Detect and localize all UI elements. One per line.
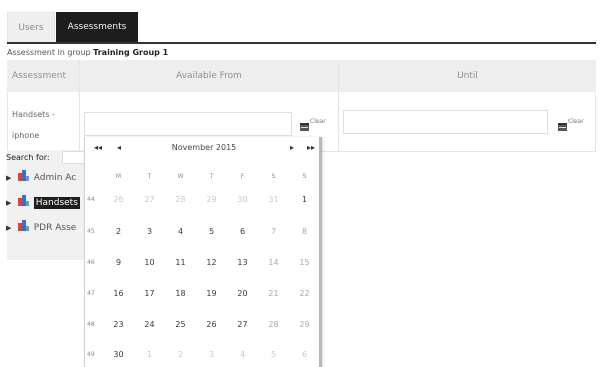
calendar-day[interactable]: 4 <box>165 227 196 236</box>
calendar-day[interactable]: 16 <box>103 289 134 298</box>
week-number: 45 <box>87 228 95 235</box>
calendar-day[interactable]: 29 <box>196 195 227 204</box>
calendar-day[interactable]: 27 <box>227 320 258 329</box>
calendar-day[interactable]: 2 <box>103 227 134 236</box>
column-divider <box>79 60 80 152</box>
expand-arrow-icon[interactable]: ▶ <box>6 196 15 211</box>
calendar-day[interactable]: 24 <box>134 320 165 329</box>
calendar-day[interactable]: 26 <box>103 195 134 204</box>
tree-item-label[interactable]: PDR Asse <box>34 223 77 233</box>
tree-item-label[interactable]: Handsets <box>33 197 80 209</box>
calendar-day[interactable]: 3 <box>196 350 227 359</box>
calendar-day[interactable]: 28 <box>165 195 196 204</box>
calendar-day[interactable]: 1 <box>289 195 320 204</box>
calendar-day[interactable]: 28 <box>258 320 289 329</box>
calendar-day[interactable]: 29 <box>289 320 320 329</box>
calendar-day[interactable]: 20 <box>227 289 258 298</box>
chart-icon <box>17 195 29 206</box>
calendar-day[interactable]: 13 <box>227 258 258 267</box>
calendar-day[interactable]: 19 <box>196 289 227 298</box>
header-available-from: Available From <box>80 60 338 92</box>
tree-item-handsets[interactable]: ▶ Handsets <box>6 195 80 210</box>
search-label: Search for: <box>6 153 50 162</box>
expand-arrow-icon[interactable]: ▶ <box>6 171 15 186</box>
tree-item-admin[interactable]: ▶ Admin Ac <box>6 170 76 185</box>
calendar-day[interactable]: 7 <box>258 227 289 236</box>
tree-item-pdr[interactable]: ▶ PDR Asse <box>6 220 76 235</box>
weekday-header: F <box>240 173 245 180</box>
group-heading: Assessment in group Training Group 1 <box>7 48 168 57</box>
calendar-day[interactable]: 14 <box>258 258 289 267</box>
week-number: 44 <box>87 196 95 203</box>
tab-users[interactable]: Users <box>7 12 55 42</box>
weekday-header: T <box>147 173 152 180</box>
chart-icon <box>17 170 29 181</box>
column-divider <box>338 60 339 152</box>
tab-assessments[interactable]: Assessments <box>56 12 138 42</box>
until-input[interactable] <box>343 110 548 134</box>
row-assessment-name: Handsets - iphone <box>12 110 55 140</box>
calendar-day[interactable]: 5 <box>196 227 227 236</box>
calendar-day[interactable]: 15 <box>289 258 320 267</box>
group-heading-prefix: Assessment in group <box>7 48 91 57</box>
calendar-month-label: November 2015 <box>171 143 237 152</box>
weekday-header: M <box>115 173 122 180</box>
week-number: 46 <box>87 259 95 266</box>
chart-icon <box>17 220 29 231</box>
tree-item-label[interactable]: Admin Ac <box>34 173 77 183</box>
calendar-day[interactable]: 25 <box>165 320 196 329</box>
calendar-day[interactable]: 30 <box>103 350 134 359</box>
calendar-day[interactable]: 18 <box>165 289 196 298</box>
date-picker-popup: ◂◂ ◂ November 2015 ▸ ▸▸ M T W T F S S 44 26 27 28 2… <box>84 137 322 367</box>
calendar-icon[interactable] <box>558 123 567 131</box>
clear-until[interactable]: Clear <box>568 118 584 125</box>
calendar-day[interactable]: 3 <box>134 227 165 236</box>
calendar-day[interactable]: 6 <box>289 350 320 359</box>
calendar-day[interactable]: 30 <box>227 195 258 204</box>
week-number: 47 <box>87 290 95 297</box>
calendar-day[interactable]: 23 <box>103 320 134 329</box>
calendar-day[interactable]: 31 <box>258 195 289 204</box>
calendar-icon[interactable] <box>300 123 309 131</box>
group-name: Training Group 1 <box>93 48 169 57</box>
calendar-day[interactable]: 4 <box>227 350 258 359</box>
calendar-day[interactable]: 22 <box>289 289 320 298</box>
header-until: Until <box>339 60 596 92</box>
weekday-header: W <box>177 173 184 180</box>
expand-arrow-icon[interactable]: ▶ <box>6 221 15 236</box>
week-number: 49 <box>87 351 95 358</box>
calendar-day[interactable]: 17 <box>134 289 165 298</box>
clear-available-from[interactable]: Clear <box>310 118 326 125</box>
weekday-header: T <box>209 173 214 180</box>
available-from-input[interactable] <box>84 112 292 136</box>
calendar-day[interactable]: 1 <box>134 350 165 359</box>
calendar-day[interactable]: 26 <box>196 320 227 329</box>
header-assessment: Assessment <box>7 60 79 92</box>
calendar-day[interactable]: 6 <box>227 227 258 236</box>
calendar-day[interactable]: 8 <box>289 227 320 236</box>
calendar-day[interactable]: 9 <box>103 258 134 267</box>
calendar-day[interactable]: 2 <box>165 350 196 359</box>
calendar-day[interactable]: 21 <box>258 289 289 298</box>
calendar-day[interactable]: 11 <box>165 258 196 267</box>
week-number: 48 <box>87 321 95 328</box>
calendar-day[interactable]: 5 <box>258 350 289 359</box>
next-month-button[interactable]: ▸ <box>290 143 294 152</box>
next-year-button[interactable]: ▸▸ <box>307 143 315 152</box>
tab-divider <box>7 42 596 44</box>
calendar-day[interactable]: 12 <box>196 258 227 267</box>
calendar-day[interactable]: 10 <box>134 258 165 267</box>
weekday-header: S <box>271 173 276 180</box>
calendar-day[interactable]: 27 <box>134 195 165 204</box>
weekday-header: S <box>302 173 307 180</box>
